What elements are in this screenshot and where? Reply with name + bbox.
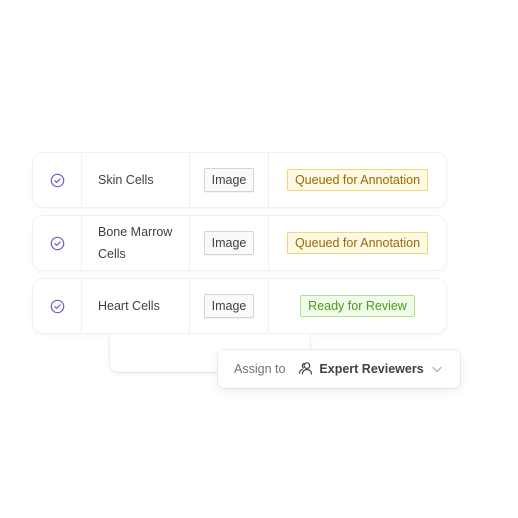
assign-dropdown[interactable]: Assign to Expert Reviewers [218,350,460,388]
row-name-line: Bone Marrow [98,225,173,239]
assign-label: Assign to [234,362,286,376]
type-button[interactable]: Image [203,231,255,255]
check-circle-icon[interactable] [50,236,65,251]
check-cell[interactable] [33,279,82,333]
assign-value: Expert Reviewers [319,362,424,376]
table-row[interactable]: Heart Cells Image Ready for Review [33,279,446,333]
assign-select[interactable]: Expert Reviewers [298,361,442,378]
check-cell[interactable] [33,153,82,207]
row-name: Bone Marrow Cells [82,216,190,270]
users-icon [298,361,313,378]
status-badge: Ready for Review [300,295,415,317]
row-name: Skin Cells [82,153,190,207]
chevron-down-icon[interactable] [432,362,442,376]
check-cell[interactable] [33,216,82,270]
type-button[interactable]: Image [203,168,255,192]
check-circle-icon[interactable] [50,299,65,314]
table-row[interactable]: Bone Marrow Cells Image Queued for Annot… [33,216,446,270]
row-name: Heart Cells [82,279,190,333]
row-name-line: Cells [98,247,126,261]
check-circle-icon[interactable] [50,173,65,188]
status-badge: Queued for Annotation [286,232,429,254]
table-row[interactable]: Skin Cells Image Queued for Annotation [33,153,446,207]
status-badge: Queued for Annotation [286,169,429,191]
type-button[interactable]: Image [203,294,255,318]
